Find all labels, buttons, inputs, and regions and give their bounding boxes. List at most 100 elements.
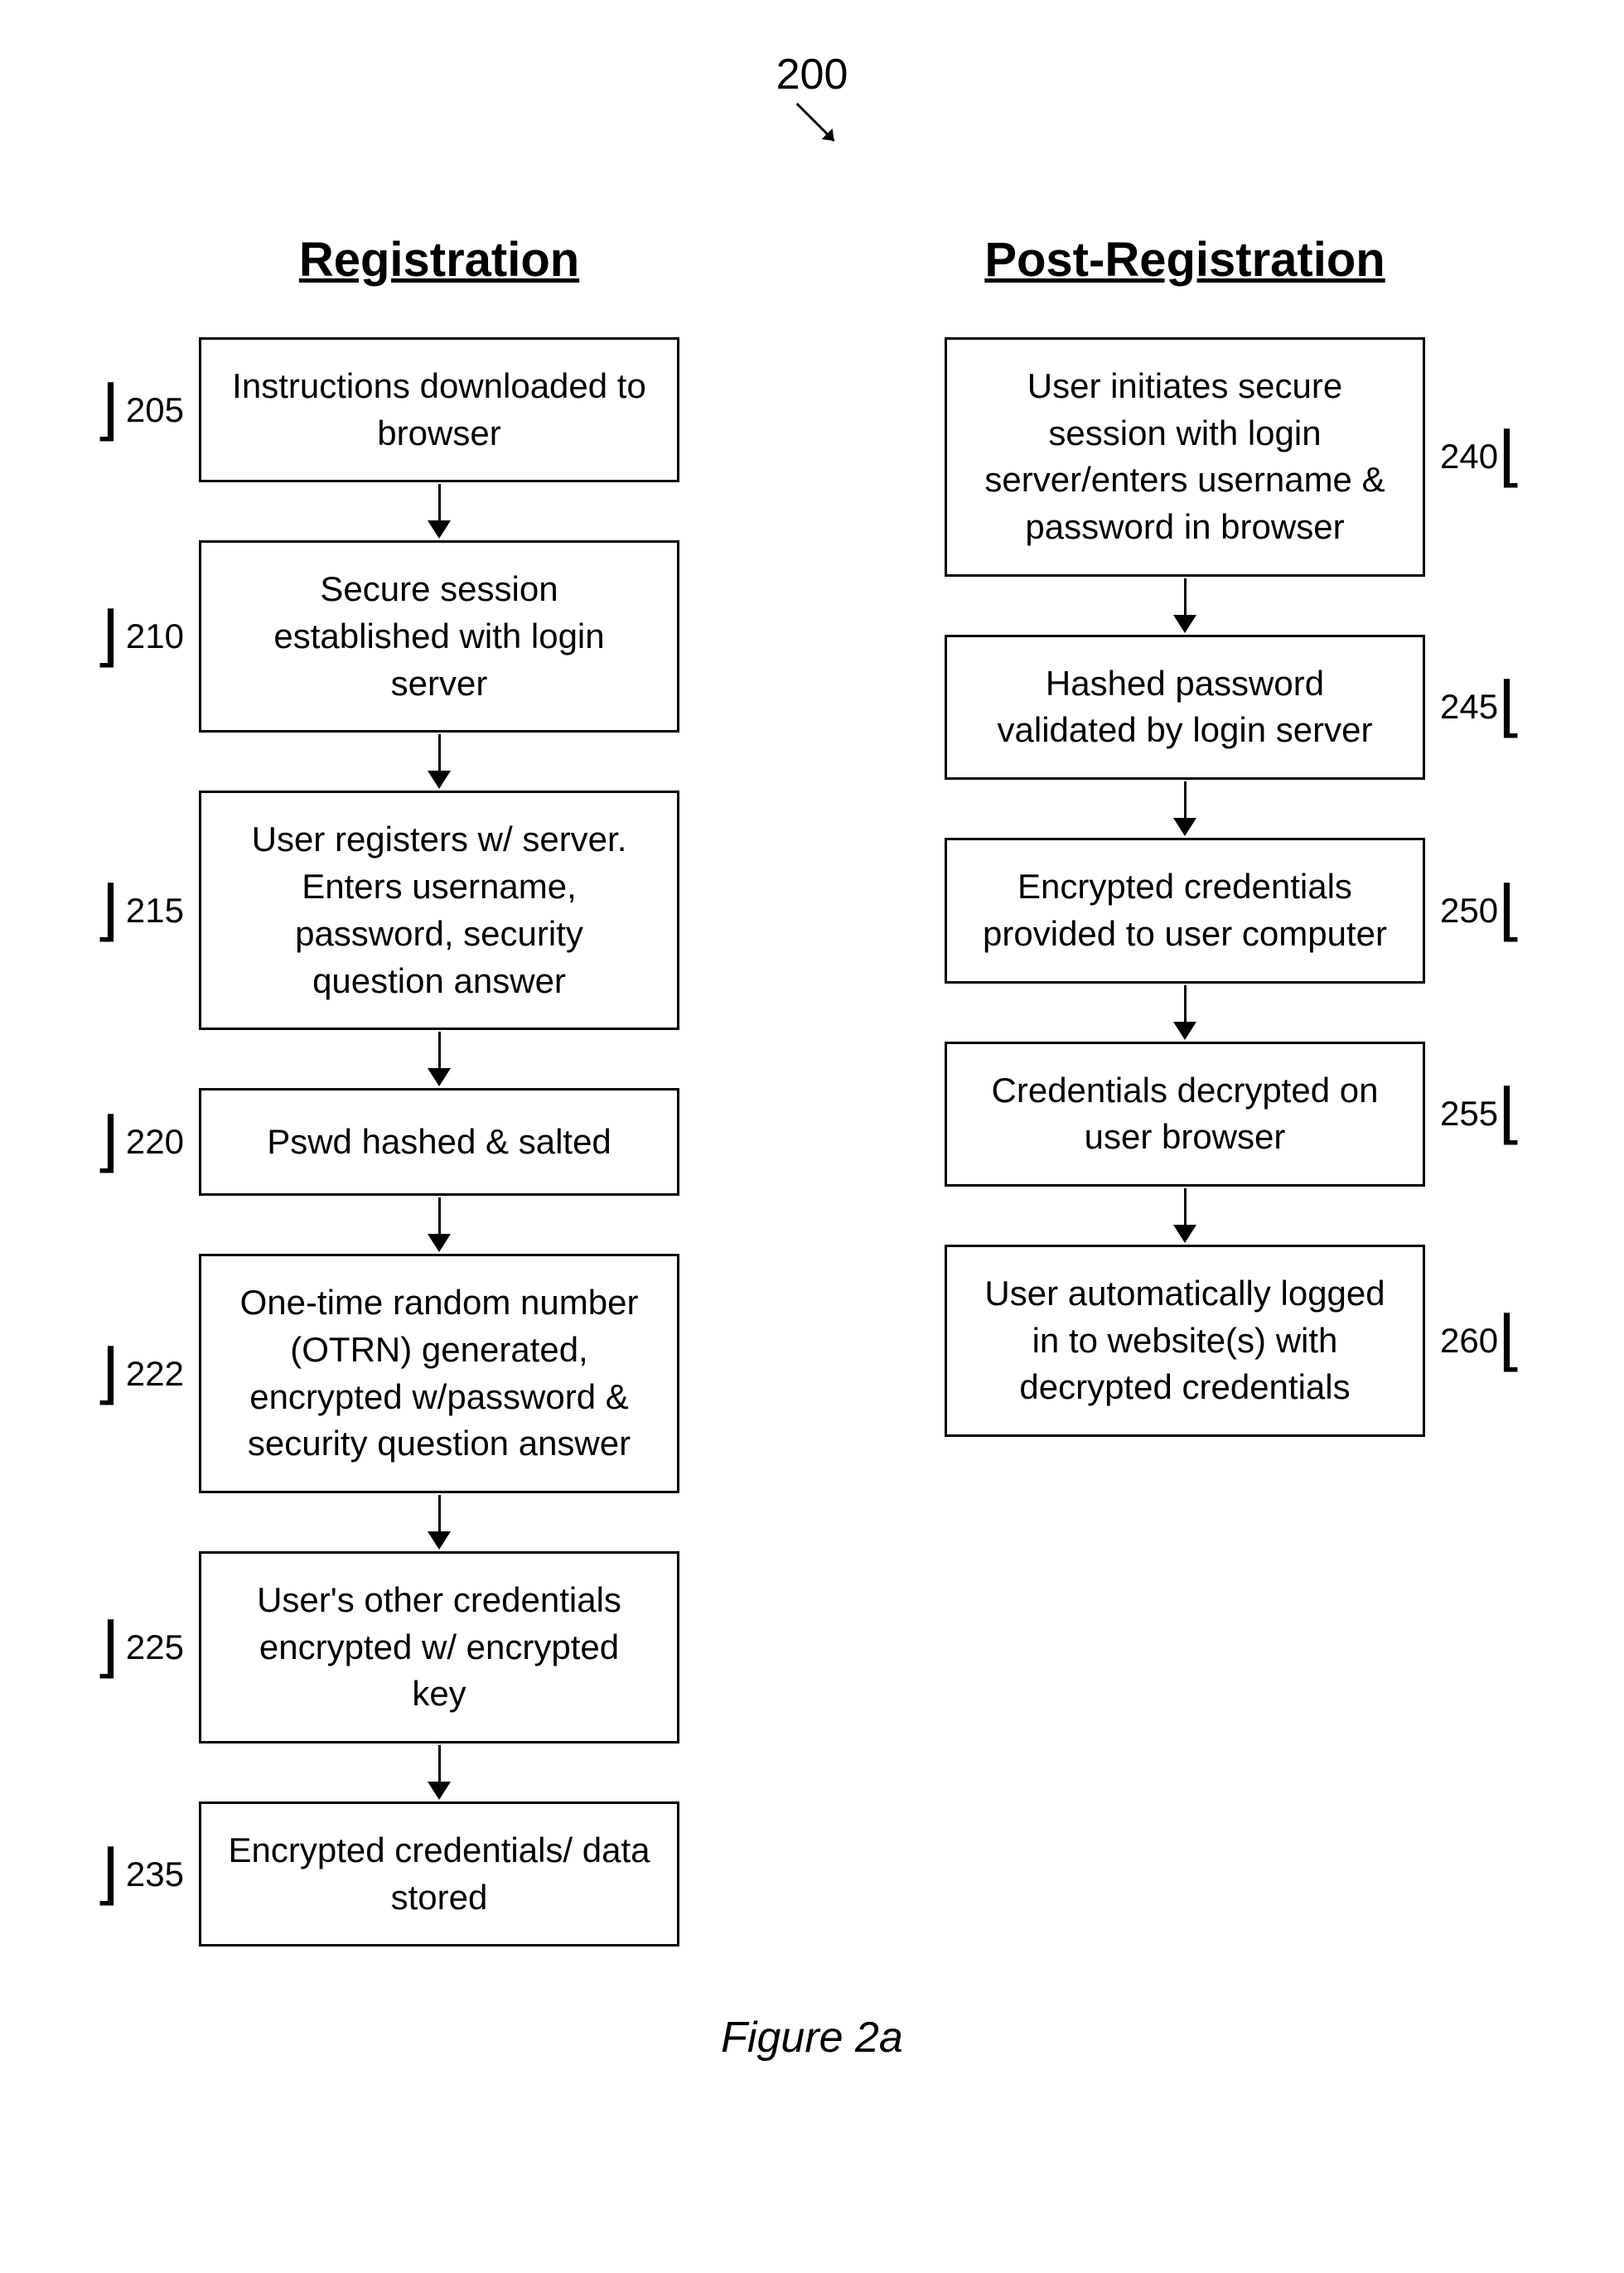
flow-item-215: ⌋ 215 User registers w/ server. Enters u… [116, 791, 762, 1030]
step-number-255: 255 [1440, 1094, 1498, 1134]
flow-item-210: ⌋ 210 Secure session established with lo… [116, 540, 762, 733]
step-number-225: 225 [126, 1627, 184, 1667]
arrow-head-255 [1173, 1225, 1196, 1243]
arrow-head-205 [428, 520, 451, 539]
figure-number-area: 200 [776, 50, 848, 149]
step-number-240: 240 [1440, 437, 1498, 476]
bracket-210: ⌋ [94, 603, 119, 670]
flow-item-260: User automatically logged in to website(… [862, 1245, 1508, 1437]
arrow-head-222 [428, 1531, 451, 1550]
arrow-head-215 [428, 1068, 451, 1086]
step-number-250: 250 [1440, 891, 1498, 931]
arrow-head-210 [428, 771, 451, 789]
arrow-245-250 [862, 780, 1508, 838]
arrow-down-240 [1173, 578, 1196, 633]
arrow-220-222 [116, 1196, 762, 1254]
registration-column: Registration ⌋ 205 Instructions download… [116, 232, 762, 1947]
bracket-220: ⌋ [94, 1109, 119, 1175]
arrow-down-225 [428, 1745, 451, 1800]
box-255: Credentials decrypted on user browser [945, 1042, 1425, 1187]
step-number-215: 215 [126, 891, 184, 931]
arrow-line-240 [1184, 578, 1187, 615]
figure-caption: Figure 2a [66, 2013, 1558, 2063]
label-area-225: ⌋ 225 [116, 1614, 199, 1681]
bracket-240: ⌋ [1498, 423, 1524, 490]
box-215: User registers w/ server. Enters usernam… [199, 791, 679, 1030]
columns-wrapper: Registration ⌋ 205 Instructions download… [66, 232, 1558, 1947]
bracket-245: ⌋ [1498, 674, 1524, 740]
bracket-235: ⌋ [94, 1841, 119, 1908]
arrow-210-215 [116, 733, 762, 791]
arrow-205-210 [116, 482, 762, 540]
post-registration-title: Post-Registration [984, 232, 1385, 288]
arrow-line-245 [1184, 781, 1187, 818]
arrow-head-250 [1173, 1022, 1196, 1040]
arrow-head-240 [1173, 615, 1196, 633]
arrow-240-245 [862, 577, 1508, 635]
label-area-210: ⌋ 210 [116, 603, 199, 670]
arrow-line-220 [438, 1197, 441, 1234]
box-240: User initiates secure session with login… [945, 337, 1425, 577]
label-area-205: ⌋ 205 [116, 377, 199, 443]
arrow-down-255 [1173, 1188, 1196, 1243]
arrow-line-205 [438, 484, 441, 520]
figure-number: 200 [776, 50, 848, 99]
arrow-down-205 [428, 484, 451, 539]
flow-item-222: ⌋ 222 One-time random number (OTRN) gene… [116, 1254, 762, 1493]
step-number-210: 210 [126, 617, 184, 656]
bracket-205: ⌋ [94, 377, 119, 443]
arrow-line-225 [438, 1745, 441, 1782]
box-250: Encrypted credentials provided to user c… [945, 838, 1425, 983]
bracket-255: ⌋ [1498, 1081, 1524, 1147]
arrow-222-225 [116, 1493, 762, 1551]
flow-item-235: ⌋ 235 Encrypted credentials/ data stored [116, 1801, 762, 1947]
arrow-250-255 [862, 984, 1508, 1042]
step-number-245: 245 [1440, 687, 1498, 727]
flow-item-205: ⌋ 205 Instructions downloaded to browser [116, 337, 762, 482]
box-222: One-time random number (OTRN) generated,… [199, 1254, 679, 1493]
box-245: Hashed password validated by login serve… [945, 635, 1425, 780]
flow-item-250: Encrypted credentials provided to user c… [862, 838, 1508, 983]
bracket-260: ⌋ [1498, 1308, 1524, 1374]
arrow-head-220 [428, 1234, 451, 1252]
label-area-220: ⌋ 220 [116, 1109, 199, 1175]
step-number-222: 222 [126, 1354, 184, 1394]
label-area-250: 250 ⌋ [1425, 878, 1508, 944]
bracket-222: ⌋ [94, 1341, 119, 1407]
flow-item-225: ⌋ 225 User's other credentials encrypted… [116, 1551, 762, 1743]
flow-item-240: User initiates secure session with login… [862, 337, 1508, 577]
label-area-235: ⌋ 235 [116, 1841, 199, 1908]
label-area-255: 255 ⌋ [1425, 1081, 1508, 1147]
box-225: User's other credentials encrypted w/ en… [199, 1551, 679, 1743]
arrow-255-260 [862, 1187, 1508, 1245]
arrow-down-210 [428, 734, 451, 789]
arrow-down-215 [428, 1032, 451, 1086]
step-number-205: 205 [126, 390, 184, 430]
arrow-line-210 [438, 734, 441, 771]
box-220: Pswd hashed & salted [199, 1088, 679, 1196]
box-235: Encrypted credentials/ data stored [199, 1801, 679, 1947]
arrow-line-255 [1184, 1188, 1187, 1225]
bracket-225: ⌋ [94, 1614, 119, 1681]
arrow-down-250 [1173, 985, 1196, 1040]
arrow-line-215 [438, 1032, 441, 1068]
page-container: 200 Registration ⌋ 205 Instructions down… [0, 0, 1624, 2273]
post-registration-column: Post-Registration User initiates secure … [862, 232, 1508, 1947]
step-number-220: 220 [126, 1122, 184, 1162]
label-area-215: ⌋ 215 [116, 878, 199, 944]
box-210: Secure session established with login se… [199, 540, 679, 733]
step-number-260: 260 [1440, 1321, 1498, 1361]
arrow-215-220 [116, 1030, 762, 1088]
arrow-down-222 [428, 1495, 451, 1550]
arrow-line-222 [438, 1495, 441, 1531]
arrow-head-245 [1173, 818, 1196, 836]
arrow-225-235 [116, 1743, 762, 1801]
label-area-240: 240 ⌋ [1425, 423, 1508, 490]
flow-item-245: Hashed password validated by login serve… [862, 635, 1508, 780]
arrow-head-225 [428, 1782, 451, 1800]
box-205: Instructions downloaded to browser [199, 337, 679, 482]
bracket-215: ⌋ [94, 878, 119, 944]
label-area-222: ⌋ 222 [116, 1341, 199, 1407]
label-area-245: 245 ⌋ [1425, 674, 1508, 740]
step-number-235: 235 [126, 1855, 184, 1894]
